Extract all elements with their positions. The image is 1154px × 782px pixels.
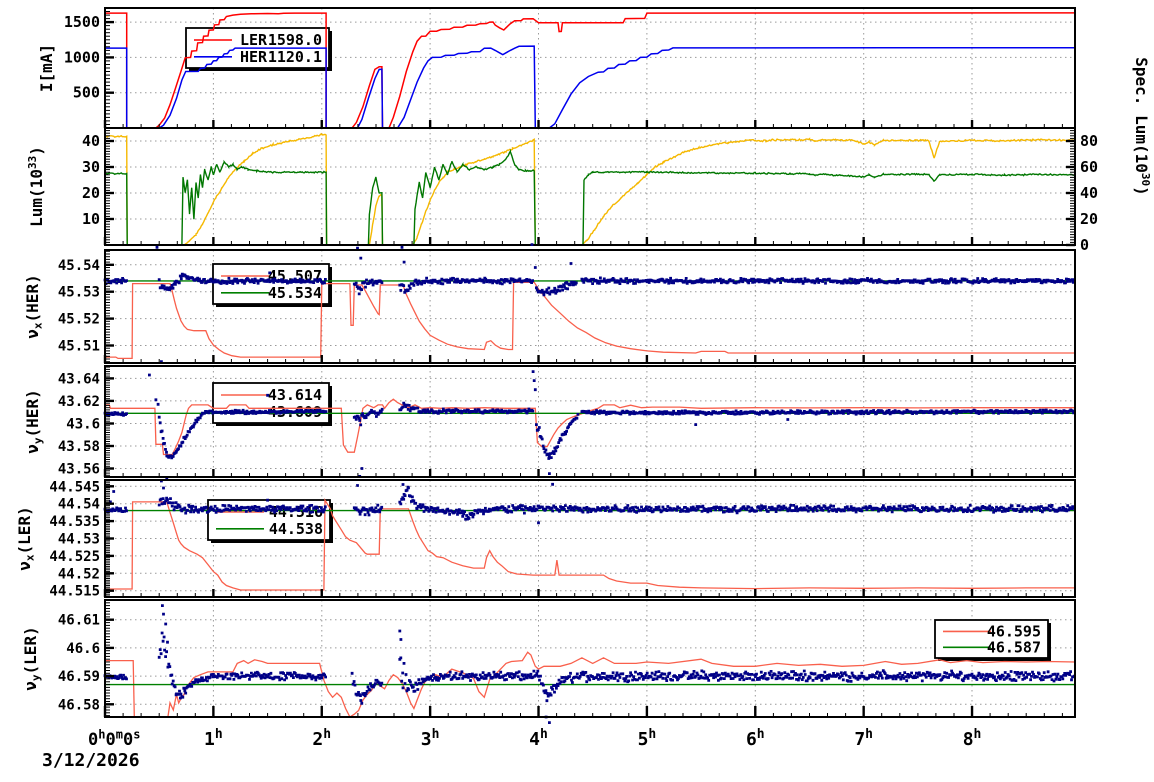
ytick-label: 44.54 — [58, 497, 100, 513]
right-ytick-label: 80 — [1080, 132, 1098, 150]
xtick-label-3h: 3h — [421, 727, 440, 750]
yaxis-title-nux_her: νx(HER) — [23, 274, 45, 338]
ytick-label: 46.59 — [58, 669, 100, 685]
xtick-label-origin: 0h0m0s — [88, 728, 140, 750]
right-ytick-label: 20 — [1080, 210, 1098, 228]
ytick-label: 45.53 — [58, 285, 100, 301]
ytick-label: 43.58 — [58, 439, 100, 455]
ytick-label: 43.6 — [66, 416, 100, 432]
xtick-label-7h: 7h — [854, 727, 873, 750]
legend-label: HER — [240, 48, 268, 66]
ytick-label: 500 — [73, 84, 100, 102]
legend-value: 43.614 — [268, 386, 322, 404]
panel-current: LER 1598.0HER 1120.1 500 1000 1500 I[mA] — [37, 7, 1076, 129]
ytick-label: 10 — [82, 210, 100, 228]
xtick-label-8h: 8h — [963, 727, 982, 750]
frame-nuy_ler — [104, 599, 1076, 718]
ytick-label: 46.6 — [66, 641, 100, 657]
ytick-label: 44.525 — [49, 549, 100, 565]
xtick-label-2h: 2h — [312, 727, 331, 750]
xtick-label-6h: 6h — [746, 727, 765, 750]
right-axis-title: Spec. Lum(1030) — [1132, 57, 1152, 195]
yaxis-title-luminosity: Lum(1033) — [26, 146, 46, 227]
yaxis-title-nuy_ler: νy(LER) — [21, 626, 43, 690]
ytick-label: 44.545 — [49, 479, 100, 495]
ytick-label: 44.53 — [58, 532, 100, 548]
ytick-label: 46.61 — [58, 613, 100, 629]
xtick-label-5h: 5h — [638, 727, 657, 750]
legend-value: 45.534 — [268, 284, 322, 302]
ytick-label: 45.51 — [58, 339, 100, 355]
legend-value: 44.538 — [269, 520, 323, 538]
series-luminosity — [104, 132, 1076, 246]
ytick-label: 44.535 — [49, 514, 100, 530]
right-ytick-label: 60 — [1080, 158, 1098, 176]
plot-canvas: LER 1598.0HER 1120.1 500 1000 1500 I[mA] 10 20 30… — [15, 7, 1152, 750]
ytick-label: 20 — [82, 184, 100, 202]
xtick-label-4h: 4h — [529, 727, 548, 750]
legend-value: 1120.1 — [268, 48, 322, 66]
ytick-label: 43.64 — [58, 371, 100, 387]
ytick-label: 43.62 — [58, 394, 100, 410]
right-ytick-label: 40 — [1080, 184, 1098, 202]
ytick-label: 46.58 — [58, 697, 100, 713]
xtick-label-1h: 1h — [204, 727, 223, 750]
legend-nux_her: 45.50745.534 — [212, 263, 332, 307]
series-specific-luminosity — [104, 148, 1076, 246]
ytick-label: 43.56 — [58, 462, 100, 478]
ytick-label: 30 — [82, 158, 100, 176]
yaxis-title-nuy_her: νy(HER) — [23, 389, 45, 453]
ytick-label: 44.52 — [58, 566, 100, 582]
xaxis-labels: 0h0m0s 1h 2h 3h 4h 5h 6h 7h 8h — [88, 727, 981, 750]
ytick-label: 1500 — [64, 13, 100, 31]
right-ytick-label: 0 — [1080, 236, 1089, 254]
legend-value: 1598.0 — [268, 31, 322, 49]
legend-nuy_ler: 46.59546.587 — [934, 619, 1051, 661]
yaxis-title-nux_ler: νx(LER) — [15, 506, 37, 570]
panel-nuy_ler: 46.59546.587 46.58 46.59 46.6 46.61 νy(LER) — [21, 599, 1076, 724]
legend-label: LER — [240, 31, 268, 49]
ytick-label: 45.54 — [58, 258, 100, 274]
legend-value: 46.587 — [987, 638, 1041, 656]
yaxis-title-current: I[mA] — [37, 44, 56, 92]
panel-nuy_her: 43.61443.60943.5643.5843.643.6243.64νy(H… — [23, 365, 1077, 487]
ytick-label: 1000 — [64, 48, 100, 66]
scatter-nuy_ler — [103, 604, 1076, 724]
panel-luminosity: 10 20 30 40 0 20 40 60 80 Spec. Lum(1030) Lum(1033… — [26, 57, 1152, 254]
beam-status-strip-chart: LER 1598.0 HER 1120.1 500 1000 1500 I[mA] 10 20 30… — [0, 0, 1154, 782]
gridlines-nuy_ler — [105, 600, 1075, 717]
panel-nux_ler: 44.51644.53844.51544.5244.52544.5344.535… — [15, 479, 1077, 600]
ytick-label: 45.52 — [58, 312, 100, 328]
date-label: 3/12/2026 — [42, 750, 140, 771]
panel-nux_her: 45.50745.534 45.51 45.52 45.53 45.54 νx(HER) — [23, 243, 1076, 364]
ytick-label: 40 — [82, 132, 100, 150]
ytick-label: 44.515 — [49, 584, 100, 600]
